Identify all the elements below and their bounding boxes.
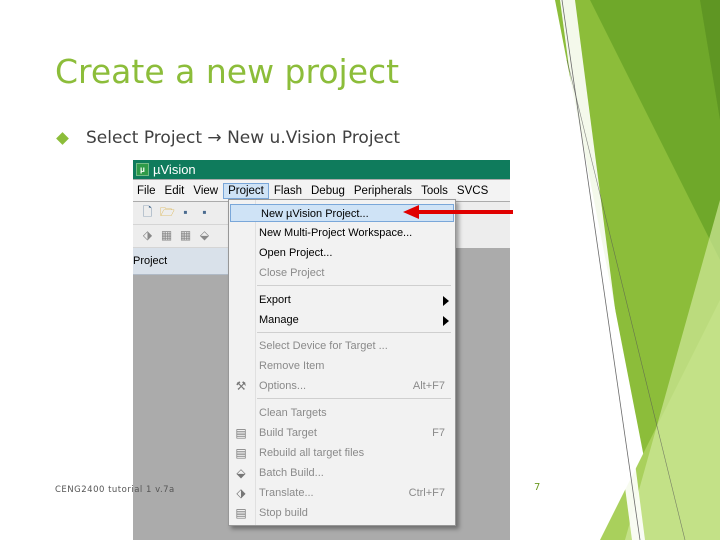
- menu-tools[interactable]: Tools: [417, 183, 452, 199]
- build-icon: ▤: [235, 426, 247, 440]
- menu-item-batch-build[interactable]: ⬙ Batch Build...: [229, 464, 455, 482]
- menu-item-label: Select Device for Target ...: [259, 340, 388, 352]
- slide-footer: CENG2400 tutorial 1 v.7a: [55, 485, 175, 495]
- menubar: File Edit View Project Flash Debug Perip…: [133, 180, 510, 201]
- save-icon[interactable]: ▪: [179, 206, 192, 219]
- menu-item-label: Batch Build...: [259, 467, 324, 479]
- menu-item-label: Manage: [259, 314, 299, 326]
- save-all-icon[interactable]: ▪: [198, 206, 211, 219]
- stop-build-icon: ▤: [235, 506, 247, 520]
- menu-item-label: Close Project: [259, 267, 325, 279]
- menu-item-shortcut: F7: [432, 427, 445, 439]
- menu-edit[interactable]: Edit: [161, 183, 189, 199]
- menu-item-options[interactable]: ⚒ Options... Alt+F7: [229, 377, 455, 395]
- batch-build-icon: ⬙: [236, 466, 246, 480]
- menu-item-export[interactable]: Export: [229, 291, 455, 309]
- submenu-arrow-icon: [443, 316, 449, 326]
- menu-item-translate[interactable]: ⬗ Translate... Ctrl+F7: [229, 484, 455, 502]
- translate-icon: ⬗: [236, 486, 246, 500]
- submenu-arrow-icon: [443, 296, 449, 306]
- page-number: 7: [534, 482, 541, 493]
- menu-separator: [257, 285, 451, 286]
- project-panel-header: Project: [133, 248, 233, 275]
- batch-build-tool-icon[interactable]: ⬙: [198, 229, 211, 242]
- menu-item-label: New µVision Project...: [261, 208, 369, 220]
- menu-item-select-device[interactable]: Select Device for Target ...: [229, 337, 455, 355]
- menu-view[interactable]: View: [189, 183, 222, 199]
- menu-item-shortcut: Ctrl+F7: [408, 487, 445, 499]
- window-titlebar: μ µVision: [133, 160, 510, 179]
- slide-title: Create a new project: [55, 52, 400, 91]
- menu-item-new-multi-project-workspace[interactable]: New Multi-Project Workspace...: [229, 224, 455, 242]
- menu-item-label: Clean Targets: [259, 407, 327, 419]
- bullet-item: Select Project → New u.Vision Project: [56, 128, 400, 148]
- menu-item-build-target[interactable]: ▤ Build Target F7: [229, 424, 455, 442]
- menu-peripherals[interactable]: Peripherals: [350, 183, 416, 199]
- menu-item-label: New Multi-Project Workspace...: [259, 227, 413, 239]
- menu-svcs[interactable]: SVCS: [453, 183, 492, 199]
- red-pointer-arrow-icon: [403, 205, 513, 219]
- bullet-text: Select Project → New u.Vision Project: [86, 128, 401, 148]
- rebuild-icon: ▤: [235, 446, 247, 460]
- project-panel-label: Project: [133, 255, 168, 267]
- menu-item-label: Stop build: [259, 507, 308, 519]
- menu-file[interactable]: File: [133, 183, 160, 199]
- menu-item-manage[interactable]: Manage: [229, 311, 455, 329]
- menu-item-label: Build Target: [259, 427, 317, 439]
- window-title: µVision: [153, 162, 196, 177]
- menu-item-open-project[interactable]: Open Project...: [229, 244, 455, 262]
- menu-item-shortcut: Alt+F7: [412, 380, 445, 392]
- menu-debug[interactable]: Debug: [307, 183, 349, 199]
- build-tool-icon[interactable]: ▦: [160, 229, 173, 242]
- project-dropdown-menu: New µVision Project... New Multi-Project…: [228, 199, 456, 526]
- new-file-icon[interactable]: 🗋: [141, 206, 154, 219]
- menu-item-rebuild-all[interactable]: ▤ Rebuild all target files: [229, 444, 455, 462]
- bullet-diamond-icon: [56, 131, 69, 145]
- options-icon: ⚒: [235, 379, 247, 393]
- menu-item-label: Export: [259, 294, 291, 306]
- menu-item-label: Translate...: [259, 487, 314, 499]
- menu-item-label: Remove Item: [259, 360, 325, 372]
- menu-item-label: Rebuild all target files: [259, 447, 365, 459]
- menu-flash[interactable]: Flash: [270, 183, 306, 199]
- menu-item-label: Options...: [259, 380, 307, 392]
- menu-item-close-project[interactable]: Close Project: [229, 264, 455, 282]
- translate-tool-icon[interactable]: ⬗: [141, 229, 154, 242]
- menu-item-stop-build[interactable]: ▤ Stop build: [229, 504, 455, 522]
- open-folder-icon[interactable]: 🗁: [160, 206, 175, 219]
- menu-item-remove-item[interactable]: Remove Item: [229, 357, 455, 375]
- uvision-logo-icon: μ: [136, 163, 149, 176]
- menu-separator: [257, 332, 451, 333]
- menu-item-clean-targets[interactable]: Clean Targets: [229, 404, 455, 422]
- menu-item-label: Open Project...: [259, 247, 333, 259]
- rebuild-tool-icon[interactable]: ▦: [179, 229, 192, 242]
- menu-project[interactable]: Project: [223, 182, 269, 199]
- menu-separator: [257, 398, 451, 399]
